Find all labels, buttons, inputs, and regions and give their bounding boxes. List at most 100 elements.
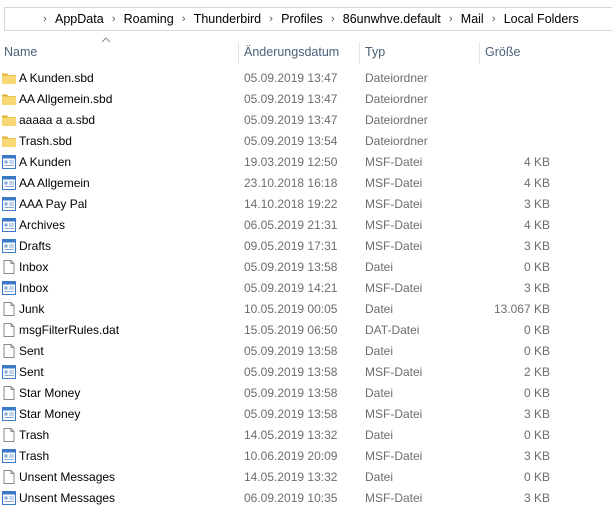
- column-divider[interactable]: [479, 42, 480, 64]
- file-type: MSF-Datei: [365, 365, 423, 379]
- file-row[interactable]: AA Allgemein 23.10.2018 16:18 MSF-Datei 4 K…: [0, 173, 612, 194]
- file-size: 3 KB: [523, 239, 550, 253]
- file-row[interactable]: Trash 10.06.2019 20:09 MSF-Datei 3 KB: [0, 446, 612, 467]
- file-row[interactable]: Unsent Messages 14.05.2019 13:32 Datei 0 KB: [0, 467, 612, 488]
- file-size: 0 KB: [523, 260, 550, 274]
- file-row[interactable]: Trash.sbd 05.09.2019 13:54 Dateiordner: [0, 131, 612, 152]
- file-size: 0 KB: [523, 428, 550, 442]
- file-size: 4 KB: [523, 176, 550, 190]
- breadcrumb-item[interactable]: Mail: [461, 12, 484, 26]
- file-date: 14.05.2019 13:32: [244, 428, 338, 442]
- file-row[interactable]: Star Money 05.09.2019 13:58 MSF-Datei 3 KB: [0, 404, 612, 425]
- file-row[interactable]: aaaaa a a.sbd 05.09.2019 13:47 Dateiordner: [0, 110, 612, 131]
- blank-file-icon: [1, 343, 17, 359]
- file-row[interactable]: Drafts 09.05.2019 17:31 MSF-Datei 3 KB: [0, 236, 612, 257]
- file-size: [481, 110, 550, 131]
- msf-file-icon: [1, 196, 17, 212]
- file-date: 05.09.2019 14:21: [244, 281, 338, 295]
- folder-icon: [1, 133, 17, 149]
- file-name: Sent: [19, 344, 44, 358]
- file-size: 3 KB: [523, 491, 550, 505]
- file-date: 05.09.2019 13:54: [244, 134, 338, 148]
- file-name: Trash: [19, 428, 50, 442]
- breadcrumb-item[interactable]: AppData: [55, 12, 104, 26]
- file-size: 3 KB: [523, 281, 550, 295]
- file-date: 14.10.2018 19:22: [244, 197, 338, 211]
- file-row[interactable]: Inbox 05.09.2019 13:58 Datei 0 KB: [0, 257, 612, 278]
- breadcrumb[interactable]: › AppData › Roaming › Thunderbird › Profiles › 86…: [4, 7, 612, 31]
- column-header-date[interactable]: Änderungsdatum: [240, 42, 359, 62]
- msf-file-icon: [1, 238, 17, 254]
- file-date: 14.05.2019 13:32: [244, 470, 338, 484]
- file-row[interactable]: Sent 05.09.2019 13:58 MSF-Datei 2 KB: [0, 362, 612, 383]
- file-size: 4 KB: [523, 155, 550, 169]
- column-header-type[interactable]: Typ: [361, 42, 479, 62]
- breadcrumb-item[interactable]: Roaming: [124, 12, 174, 26]
- file-name: Trash.sbd: [19, 134, 72, 148]
- file-name: Inbox: [19, 281, 49, 295]
- file-name: AA Allgemein: [19, 176, 90, 190]
- chevron-right-icon[interactable]: ›: [326, 13, 340, 25]
- file-size: 3 KB: [523, 449, 550, 463]
- file-type: Datei: [365, 260, 394, 274]
- file-name: Trash: [19, 449, 50, 463]
- chevron-right-icon[interactable]: ›: [107, 13, 121, 25]
- file-row[interactable]: Unsent Messages 06.09.2019 10:35 MSF-Datei…: [0, 488, 612, 509]
- file-size: [481, 89, 550, 110]
- chevron-right-icon[interactable]: ›: [177, 13, 191, 25]
- column-divider[interactable]: [238, 42, 239, 64]
- file-date: 15.05.2019 06:50: [244, 323, 338, 337]
- chevron-right-icon[interactable]: ›: [38, 13, 52, 25]
- file-date: 09.05.2019 17:31: [244, 239, 338, 253]
- file-date: 05.09.2019 13:58: [244, 407, 338, 421]
- file-size: [481, 68, 550, 89]
- file-row[interactable]: Archives 06.05.2019 21:31 MSF-Datei 4 KB: [0, 215, 612, 236]
- address-bar[interactable]: › AppData › Roaming › Thunderbird › Profiles › 86…: [0, 0, 612, 36]
- file-date: 05.09.2019 13:58: [244, 260, 338, 274]
- file-name: Star Money: [19, 407, 81, 421]
- file-name: AAA Pay Pal: [19, 197, 88, 211]
- blank-file-icon: [1, 259, 17, 275]
- column-header-name[interactable]: Name: [0, 42, 238, 62]
- breadcrumb-item[interactable]: Thunderbird: [194, 12, 261, 26]
- file-size: [481, 131, 550, 152]
- chevron-right-icon[interactable]: ›: [264, 13, 278, 25]
- file-type: Datei: [365, 386, 394, 400]
- file-size: 2 KB: [523, 365, 550, 379]
- file-type: Datei: [365, 344, 394, 358]
- file-name: AA Allgemein.sbd: [19, 92, 113, 106]
- column-header-size[interactable]: Größe: [481, 42, 612, 62]
- breadcrumb-item[interactable]: Profiles: [281, 12, 323, 26]
- file-row[interactable]: Trash 14.05.2019 13:32 Datei 0 KB: [0, 425, 612, 446]
- file-row[interactable]: Junk 10.05.2019 00:05 Datei 13.067 KB: [0, 299, 612, 320]
- file-size: 13.067 KB: [493, 302, 550, 316]
- file-row[interactable]: AAA Pay Pal 14.10.2018 19:22 MSF-Datei 3 KB: [0, 194, 612, 215]
- file-type: Dateiordner: [365, 92, 428, 106]
- breadcrumb-item[interactable]: Local Folders: [504, 12, 579, 26]
- file-type: Datei: [365, 470, 394, 484]
- file-type: MSF-Datei: [365, 281, 423, 295]
- file-name: Star Money: [19, 386, 81, 400]
- file-name: Unsent Messages: [19, 470, 116, 484]
- file-row[interactable]: Star Money 05.09.2019 13:58 Datei 0 KB: [0, 383, 612, 404]
- file-row[interactable]: Inbox 05.09.2019 14:21 MSF-Datei 3 KB: [0, 278, 612, 299]
- file-date: 05.09.2019 13:58: [244, 344, 338, 358]
- file-type: MSF-Datei: [365, 155, 423, 169]
- file-type: MSF-Datei: [365, 491, 423, 505]
- msf-file-icon: [1, 406, 17, 422]
- file-type: Dateiordner: [365, 71, 428, 85]
- file-row[interactable]: msgFilterRules.dat 15.05.2019 06:50 DAT-Da…: [0, 320, 612, 341]
- file-row[interactable]: Sent 05.09.2019 13:58 Datei 0 KB: [0, 341, 612, 362]
- file-type: MSF-Datei: [365, 197, 423, 211]
- chevron-right-icon[interactable]: ›: [487, 13, 501, 25]
- column-divider[interactable]: [359, 42, 360, 64]
- file-row[interactable]: AA Allgemein.sbd 05.09.2019 13:47 Dateiord…: [0, 89, 612, 110]
- file-date: 05.09.2019 13:58: [244, 365, 338, 379]
- file-date: 06.09.2019 10:35: [244, 491, 338, 505]
- file-row[interactable]: A Kunden 19.03.2019 12:50 MSF-Datei 4 KB: [0, 152, 612, 173]
- chevron-right-icon[interactable]: ›: [444, 13, 458, 25]
- file-name: Inbox: [19, 260, 49, 274]
- breadcrumb-item[interactable]: 86unwhve.default: [343, 12, 441, 26]
- file-row[interactable]: A Kunden.sbd 05.09.2019 13:47 Dateiordner: [0, 68, 612, 89]
- blank-file-icon: [1, 427, 17, 443]
